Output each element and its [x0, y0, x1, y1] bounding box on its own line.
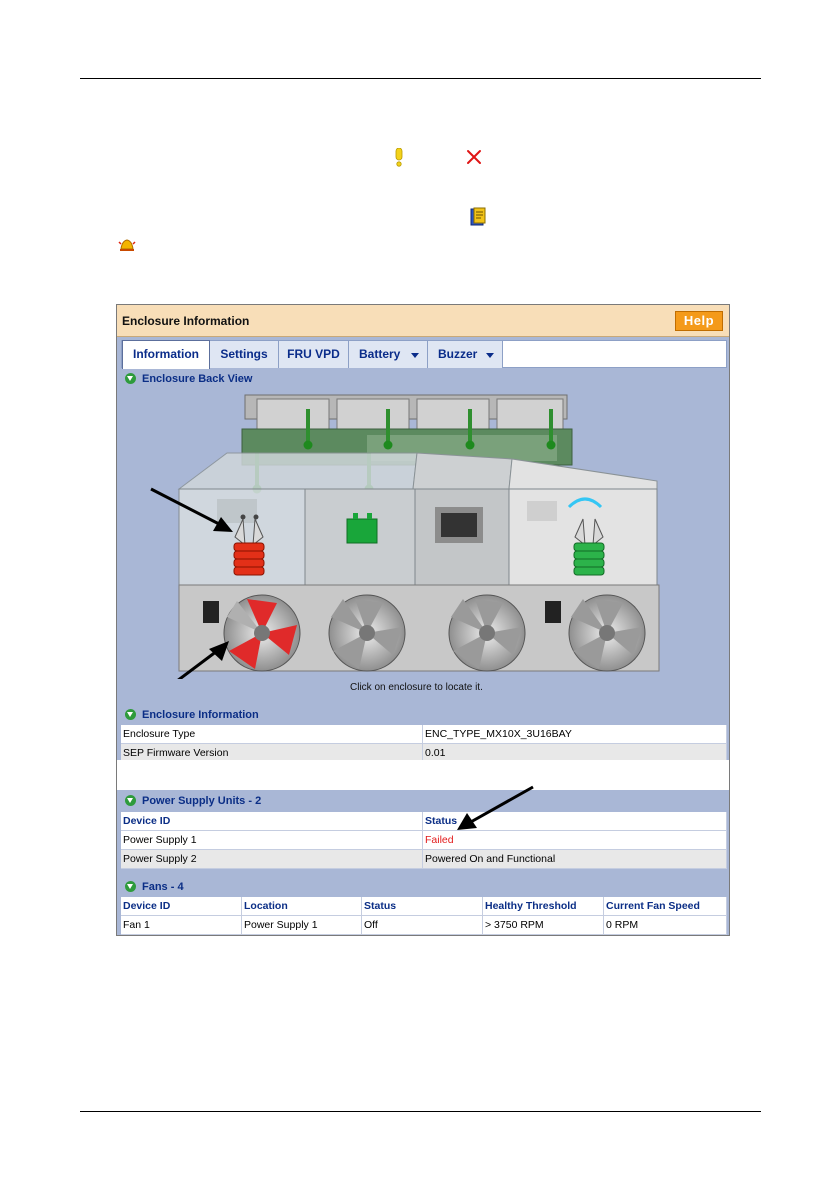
table-header-row: Device ID Status [121, 812, 727, 831]
table-cell: > 3750 RPM [483, 916, 604, 935]
book-icon [470, 207, 486, 226]
red-x-icon [467, 150, 481, 164]
battery-module[interactable] [304, 488, 416, 586]
psu-table: Device ID Status Power Supply 1 Failed P… [121, 812, 727, 869]
help-button[interactable]: Help [675, 311, 723, 331]
callout-arrow-status [457, 785, 534, 830]
column-header: Device ID [121, 812, 423, 831]
panel-title: Enclosure Information [122, 314, 250, 328]
column-header: Device ID [121, 897, 242, 916]
chevron-down-icon [486, 353, 494, 358]
table-cell: 0 RPM [604, 916, 727, 935]
panel-header: Enclosure Information Help [117, 305, 729, 337]
power-socket-2 [545, 601, 561, 623]
tab-buzzer[interactable]: Buzzer [428, 341, 503, 368]
fans-table: Device ID Location Status Healthy Thresh… [121, 897, 727, 935]
table-row: Power Supply 2 Powered On and Functional [121, 850, 727, 869]
table-cell: Power Supply 1 [121, 831, 423, 850]
table-row: Fan 1 Power Supply 1 Off > 3750 RPM 0 RP… [121, 916, 727, 935]
fan-3[interactable] [448, 594, 526, 672]
exclamation-icon [395, 148, 403, 167]
header-rule [80, 78, 761, 79]
table-row: Enclosure Type ENC_TYPE_MX10X_3U16BAY [121, 725, 727, 744]
screenshot-break [117, 760, 729, 790]
tab-fru-vpd[interactable]: FRU VPD [279, 341, 349, 368]
enclosure-info-title[interactable]: Enclosure Information [125, 709, 259, 721]
column-header: Healthy Threshold [483, 897, 604, 916]
alarm-bell-icon [118, 239, 136, 251]
enclosure-information-panel: Enclosure Information Help Information S… [116, 304, 730, 936]
column-header: Current Fan Speed [604, 897, 727, 916]
enclosure-back-view[interactable] [117, 389, 729, 679]
tab-settings[interactable]: Settings [210, 341, 279, 368]
tab-bar: Information Settings FRU VPD Battery Buz… [121, 340, 727, 369]
fans-section-title[interactable]: Fans - 4 [125, 881, 184, 893]
table-cell: Enclosure Type [121, 725, 423, 744]
psu-section-title[interactable]: Power Supply Units - 2 [125, 795, 261, 807]
tab-information[interactable]: Information [122, 340, 210, 369]
collapse-icon [125, 373, 136, 384]
back-view-title[interactable]: Enclosure Back View [125, 373, 252, 385]
table-cell: Off [362, 916, 483, 935]
enclosure-info-table: Enclosure Type ENC_TYPE_MX10X_3U16BAY SE… [121, 725, 727, 763]
fan-1[interactable] [223, 594, 301, 672]
locate-hint: Click on enclosure to locate it. [350, 682, 483, 693]
table-header-row: Device ID Location Status Healthy Thresh… [121, 897, 727, 916]
table-row: Power Supply 1 Failed [121, 831, 727, 850]
table-cell: ENC_TYPE_MX10X_3U16BAY [423, 725, 727, 744]
collapse-icon [125, 709, 136, 720]
fan-2[interactable] [328, 594, 406, 672]
column-header: Status [362, 897, 483, 916]
fan-4[interactable] [568, 594, 646, 672]
table-cell: Fan 1 [121, 916, 242, 935]
chevron-down-icon [411, 353, 419, 358]
table-cell: Powered On and Functional [423, 850, 727, 869]
table-cell: Power Supply 1 [242, 916, 362, 935]
footer-rule [80, 1111, 761, 1112]
collapse-icon [125, 795, 136, 806]
column-header: Location [242, 897, 362, 916]
table-cell: Power Supply 2 [121, 850, 423, 869]
collapse-icon [125, 881, 136, 892]
power-socket-1 [203, 601, 219, 623]
controller-module[interactable] [414, 488, 510, 586]
tab-battery[interactable]: Battery [349, 341, 428, 368]
